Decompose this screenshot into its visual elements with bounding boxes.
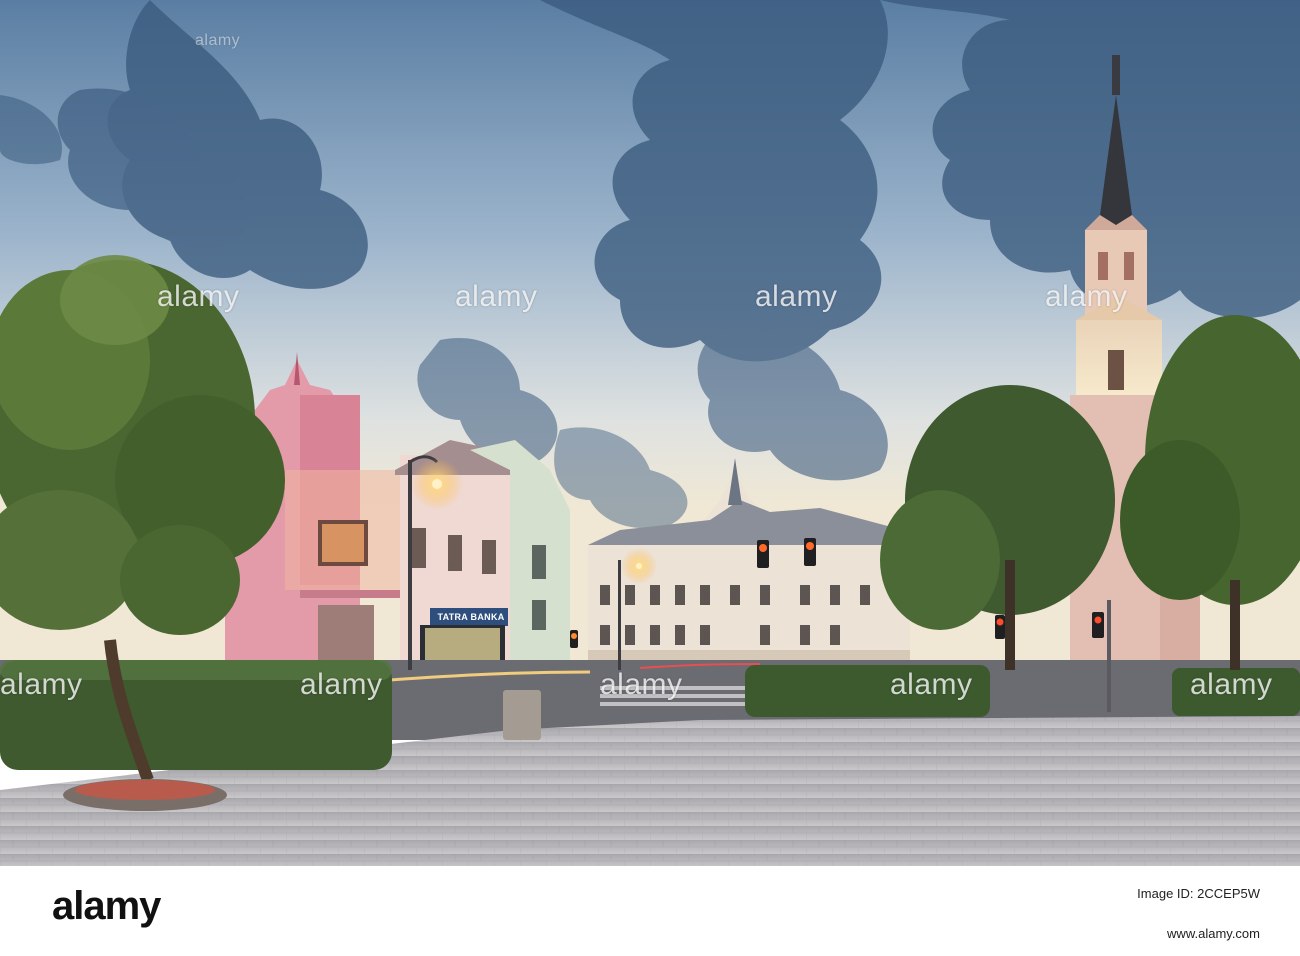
footer-bar [0,866,1300,956]
watermark: alamy [1045,280,1128,313]
watermark: alamy [455,280,538,313]
trash-bin [503,690,541,740]
watermark: alamy [157,280,240,313]
watermark: alamy [195,32,241,49]
photo-scene: TATRA BANKA alamy alamy alamy alamy alam… [0,0,1300,866]
flowers [75,780,215,800]
bank-sign: TATRA BANKA [437,612,505,622]
watermark: alamy [0,668,83,701]
watermark: alamy [600,668,683,701]
alamy-logo[interactable]: alamy [52,884,161,929]
watermark: alamy [1190,668,1273,701]
watermark: alamy [755,280,838,313]
image-id-label: Image ID: 2CCEP5W [1137,886,1260,901]
photo [0,0,1300,866]
website-url[interactable]: www.alamy.com [1167,926,1260,941]
watermark: alamy [890,668,973,701]
watermark: alamy [300,668,383,701]
